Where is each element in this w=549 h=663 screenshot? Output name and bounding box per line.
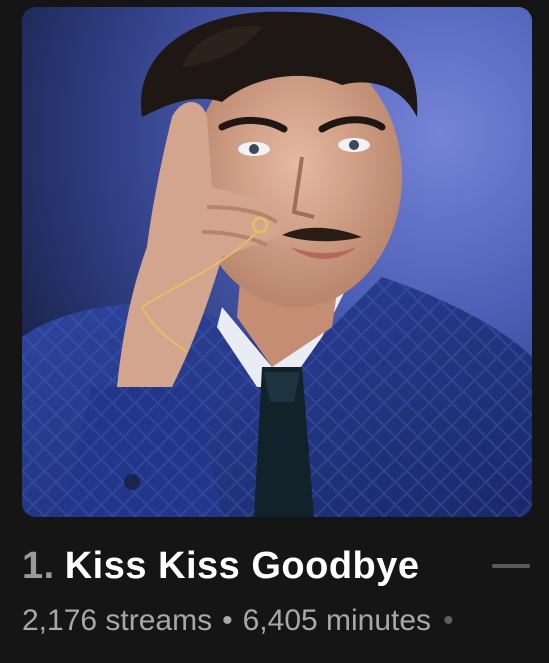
separator-dot: • — [222, 604, 233, 637]
title-row: 1. Kiss Kiss Goodbye — [22, 536, 532, 596]
collapse-dash-icon[interactable] — [492, 564, 530, 568]
artwork-portrait-image — [22, 7, 532, 517]
top-track-card[interactable]: 1. Kiss Kiss Goodbye 2,176 streams • 6,4… — [0, 0, 549, 663]
track-title[interactable]: Kiss Kiss Goodbye — [65, 545, 420, 588]
trailing-dot: • — [443, 604, 454, 637]
track-rank: 1. — [22, 544, 55, 587]
track-info: 1. Kiss Kiss Goodbye 2,176 streams • 6,4… — [22, 536, 532, 646]
minutes-count: 6,405 minutes — [242, 604, 432, 637]
stream-count: 2,176 streams — [22, 604, 213, 637]
album-artwork[interactable] — [22, 7, 532, 517]
stats-row: 2,176 streams • 6,405 minutes • — [22, 596, 532, 646]
